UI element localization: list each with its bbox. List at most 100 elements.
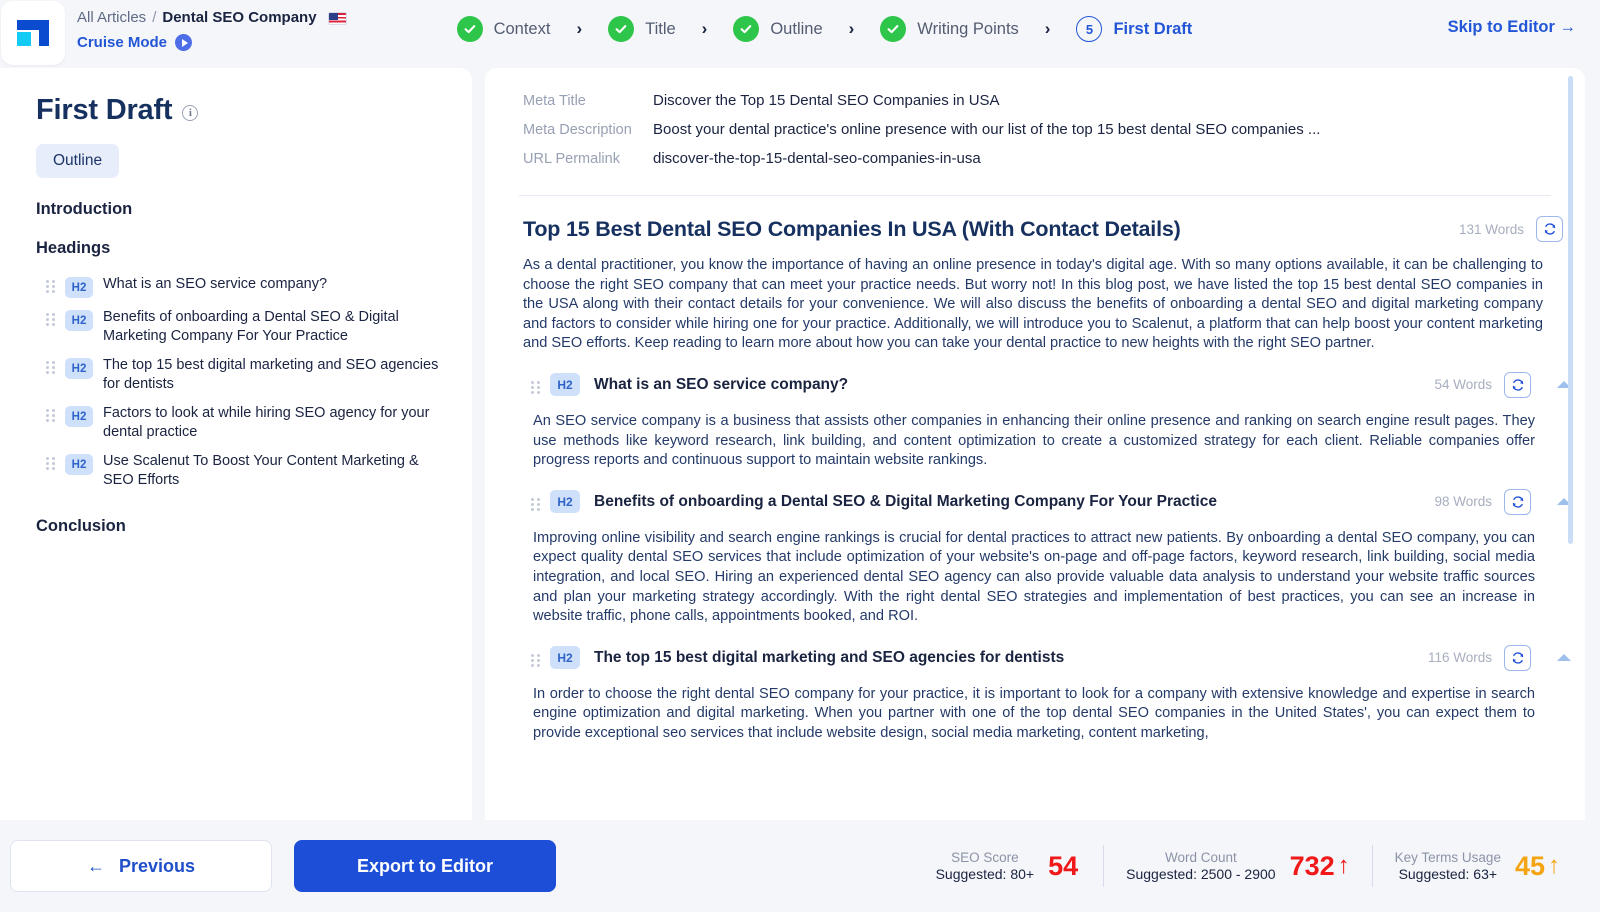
top-bar: All Articles / Dental SEO Company Cruise… xyxy=(0,0,1600,68)
list-item[interactable]: H2 What is an SEO service company? xyxy=(36,270,448,303)
draft-editor-panel: Meta Title Discover the Top 15 Dental SE… xyxy=(485,68,1585,820)
title-word-count-group: 131 Words xyxy=(1459,216,1563,242)
section-block: H2 What is an SEO service company? 54 Wo… xyxy=(485,371,1585,471)
check-icon xyxy=(880,16,907,42)
previous-button[interactable]: ← Previous xyxy=(10,840,272,892)
metric-value: 54 xyxy=(1048,850,1079,881)
metric-title: Key Terms Usage xyxy=(1394,850,1501,865)
app-logo[interactable] xyxy=(1,1,65,65)
meta-description-row[interactable]: Meta Description Boost your dental pract… xyxy=(523,115,1545,144)
metric-trend-icon: ↑ xyxy=(1548,852,1560,879)
url-permalink-label: URL Permalink xyxy=(523,151,620,167)
metric-title: Word Count xyxy=(1164,850,1237,865)
check-icon xyxy=(733,16,760,42)
regenerate-icon[interactable] xyxy=(1536,216,1563,242)
step-outline[interactable]: Outline xyxy=(733,16,823,42)
breadcrumb-all-articles[interactable]: All Articles xyxy=(77,8,146,28)
export-to-editor-button[interactable]: Export to Editor xyxy=(294,840,556,892)
vertical-scrollbar[interactable] xyxy=(1568,76,1573,544)
section-title[interactable]: The top 15 best digital marketing and SE… xyxy=(594,649,1064,667)
url-permalink-value: discover-the-top-15-dental-seo-companies… xyxy=(653,150,981,167)
section-word-count-group: 98 Words xyxy=(1434,488,1571,515)
word-count-label: 116 Words xyxy=(1427,650,1492,666)
metric-suggested: Suggested: 80+ xyxy=(935,866,1035,882)
step-context[interactable]: Context xyxy=(456,16,551,42)
heading-level-badge: H2 xyxy=(65,454,93,475)
document-body: Top 15 Best Dental SEO Companies In USA … xyxy=(485,196,1585,744)
arrow-left-icon: ← xyxy=(86,855,105,876)
meta-fields: Meta Title Discover the Top 15 Dental SE… xyxy=(485,68,1585,185)
key-terms-usage-metric[interactable]: Key Terms Usage Suggested: 63+ 45 ↑ xyxy=(1373,849,1582,883)
section-block: H2 Benefits of onboarding a Dental SEO &… xyxy=(485,488,1585,627)
step-writing-points[interactable]: Writing Points xyxy=(880,16,1019,42)
step-label: Title xyxy=(645,19,676,38)
list-item[interactable]: H2 Benefits of onboarding a Dental SEO &… xyxy=(36,303,448,351)
meta-description-label: Meta Description xyxy=(523,122,632,138)
word-count-metric[interactable]: Word Count Suggested: 2500 - 2900 732 ↑ xyxy=(1104,849,1372,883)
metrics-group: SEO Score Suggested: 80+ 54 Word Count S… xyxy=(914,845,1582,887)
drag-handle-icon[interactable] xyxy=(531,653,540,668)
section-word-count-group: 54 Words xyxy=(1434,371,1571,398)
section-body[interactable]: In order to choose the right dental SEO … xyxy=(485,671,1585,744)
list-item[interactable]: H2 The top 15 best digital marketing and… xyxy=(36,351,448,399)
section-title[interactable]: Benefits of onboarding a Dental SEO & Di… xyxy=(594,493,1217,511)
chevron-right-icon: › xyxy=(1044,19,1051,38)
heading-level-badge: H2 xyxy=(65,277,93,298)
meta-title-label: Meta Title xyxy=(523,93,586,109)
list-item[interactable]: H2 Factors to look at while hiring SEO a… xyxy=(36,399,448,447)
outline-sidebar: First Draft i Outline Introduction Headi… xyxy=(0,68,472,820)
url-permalink-row[interactable]: URL Permalink discover-the-top-15-dental… xyxy=(523,144,1545,173)
heading-level-badge: H2 xyxy=(550,490,580,514)
outline-heading-list: H2 What is an SEO service company? H2 Be… xyxy=(36,270,448,495)
step-first-draft[interactable]: 5 First Draft xyxy=(1076,16,1192,42)
section-title[interactable]: What is an SEO service company? xyxy=(594,376,848,394)
wizard-stepper: Context › Title › Outline › Writing Poin… xyxy=(456,0,1192,42)
info-icon[interactable]: i xyxy=(182,104,199,121)
seo-score-metric[interactable]: SEO Score Suggested: 80+ 54 xyxy=(914,849,1104,883)
section-body[interactable]: Improving online visibility and search e… xyxy=(485,515,1585,627)
intro-paragraph[interactable]: As a dental practitioner, you know the i… xyxy=(485,242,1585,354)
heading-text: Benefits of onboarding a Dental SEO & Di… xyxy=(103,309,399,344)
word-count-label: 131 Words xyxy=(1458,221,1524,237)
word-count-label: 98 Words xyxy=(1434,494,1492,510)
cruise-mode-button[interactable]: Cruise Mode xyxy=(77,34,347,51)
drag-handle-icon[interactable] xyxy=(531,380,540,395)
collapse-section-icon[interactable] xyxy=(1557,654,1571,662)
meta-title-value: Discover the Top 15 Dental SEO Companies… xyxy=(653,92,1000,109)
drag-handle-icon[interactable] xyxy=(46,280,55,294)
meta-description-value: Boost your dental practice's online pres… xyxy=(653,121,1321,138)
chevron-right-icon: › xyxy=(576,19,583,38)
heading-level-badge: H2 xyxy=(550,373,580,397)
step-title[interactable]: Title xyxy=(608,16,676,42)
outline-conclusion-label: Conclusion xyxy=(36,517,126,535)
skip-to-editor-link[interactable]: Skip to Editor → xyxy=(1448,0,1576,37)
breadcrumb-current: Dental SEO Company xyxy=(162,9,317,26)
play-icon xyxy=(175,34,193,51)
drag-handle-icon[interactable] xyxy=(46,313,55,327)
metric-suggested: Suggested: 2500 - 2900 xyxy=(1126,866,1276,882)
check-icon xyxy=(608,16,635,42)
regenerate-icon[interactable] xyxy=(1504,488,1531,515)
tab-outline[interactable]: Outline xyxy=(36,144,120,178)
footer-bar: ← Previous Export to Editor SEO Score Su… xyxy=(0,820,1600,912)
drag-handle-icon[interactable] xyxy=(46,409,55,423)
list-item[interactable]: H2 Use Scalenut To Boost Your Content Ma… xyxy=(36,447,448,495)
metric-suggested: Suggested: 63+ xyxy=(1398,866,1498,882)
section-body[interactable]: An SEO service company is a business tha… xyxy=(485,398,1585,471)
document-title[interactable]: Top 15 Best Dental SEO Companies In USA … xyxy=(523,217,1181,242)
heading-level-badge: H2 xyxy=(550,646,580,670)
regenerate-icon[interactable] xyxy=(1504,371,1531,398)
section-heading-row: H2 The top 15 best digital marketing and… xyxy=(485,644,1585,671)
drag-handle-icon[interactable] xyxy=(531,497,540,512)
metric-trend-icon: ↑ xyxy=(1337,852,1350,879)
meta-title-row[interactable]: Meta Title Discover the Top 15 Dental SE… xyxy=(523,86,1545,115)
drag-handle-icon[interactable] xyxy=(46,457,55,471)
check-icon xyxy=(456,16,483,42)
heading-text: Use Scalenut To Boost Your Content Marke… xyxy=(103,453,419,488)
regenerate-icon[interactable] xyxy=(1504,644,1531,671)
heading-level-badge: H2 xyxy=(65,406,93,427)
section-heading-row: H2 What is an SEO service company? 54 Wo… xyxy=(485,371,1585,398)
step-label: Context xyxy=(493,19,551,38)
step-label: First Draft xyxy=(1113,19,1193,38)
drag-handle-icon[interactable] xyxy=(46,361,55,375)
